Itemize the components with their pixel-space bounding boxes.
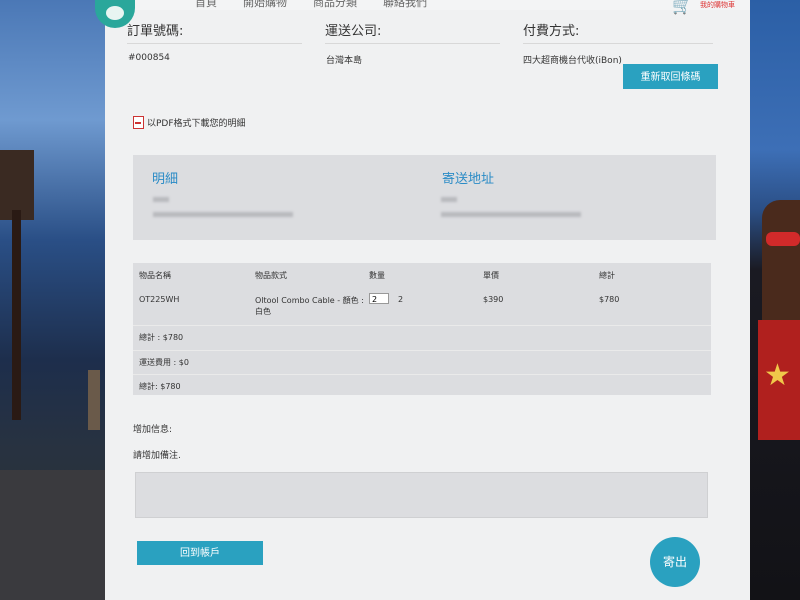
pdf-download-link[interactable]: 以PDF格式下載您的明細	[133, 116, 246, 129]
item-style: Oltool Combo Cable - 顏色 : 白色	[255, 296, 364, 316]
background-person	[762, 200, 800, 320]
summary-total-row: 總計: $780	[133, 374, 711, 397]
divider	[127, 43, 302, 44]
redacted-name	[441, 197, 457, 202]
cart-label[interactable]: 我的購物車	[700, 0, 735, 10]
payment-label: 付費方式:	[523, 24, 580, 39]
background-right-photo: ★	[750, 0, 800, 600]
redacted-address	[441, 212, 581, 217]
top-nav-bar: 首頁 開始購物 商品分類 聯絡我們	[105, 0, 750, 10]
redacted-name	[153, 197, 169, 202]
nav-item-home[interactable]: 首頁	[195, 0, 217, 10]
nav-item-contact[interactable]: 聯絡我們	[383, 0, 427, 10]
item-price: $390	[483, 295, 504, 304]
logo-mark-icon	[106, 6, 124, 20]
star-icon: ★	[764, 358, 791, 393]
nav-item-shop[interactable]: 開始購物	[243, 0, 287, 10]
address-box: 明細 寄送地址	[133, 155, 716, 240]
pdf-file-icon	[133, 116, 144, 129]
col-header-total: 總計	[599, 271, 615, 280]
pdf-download-label[interactable]: 以PDF格式下載您的明細	[147, 116, 246, 129]
order-no-value: #000854	[128, 53, 170, 63]
col-header-qty: 數量	[369, 271, 385, 280]
shipping-fee-text: 運送費用 : $0	[139, 358, 189, 367]
reissue-barcode-button[interactable]: 重新取回條碼	[623, 64, 718, 89]
background-mask	[766, 232, 800, 246]
grand-total-text: 總計: $780	[139, 382, 181, 391]
background-left-photo	[0, 0, 105, 600]
redacted-address	[153, 212, 293, 217]
quantity-input[interactable]: 2	[369, 293, 389, 304]
order-items-table: 物品名稱 物品款式 數量 單價 總計 OT225WH Oltool Combo …	[133, 263, 711, 395]
cart-icon[interactable]: 🛒	[672, 0, 692, 15]
item-name: OT225WH	[139, 295, 180, 304]
note-textarea[interactable]	[135, 472, 708, 518]
order-no-label: 訂單號碼:	[127, 24, 184, 39]
add-note-label: 請增加備注.	[133, 451, 181, 461]
divider	[523, 43, 713, 44]
shipping-value: 台灣本島	[326, 56, 363, 66]
col-header-name: 物品名稱	[139, 271, 171, 280]
submit-button[interactable]: 寄出	[650, 537, 700, 587]
subtotal-text: 總計 : $780	[139, 333, 184, 342]
col-header-style: 物品款式	[255, 271, 287, 280]
divider	[325, 43, 500, 44]
tower-pole	[12, 210, 21, 420]
summary-shipping-row: 運送費用 : $0	[133, 350, 711, 373]
order-detail-panel: 訂單號碼: #000854 運送公司: 台灣本島 付費方式: 四大超商機台代收(…	[105, 10, 750, 600]
nav-item-categories[interactable]: 商品分類	[313, 0, 357, 10]
details-title: 明細	[152, 172, 179, 187]
summary-subtotal-row: 總計 : $780	[133, 325, 711, 348]
shipping-address-title: 寄送地址	[442, 172, 495, 187]
shipping-label: 運送公司:	[325, 24, 382, 39]
col-header-price: 單價	[483, 271, 499, 280]
payment-value: 四大超商機台代收(iBon)	[523, 56, 622, 66]
graffiti-wall	[0, 470, 105, 600]
nav-menu: 首頁 開始購物 商品分類 聯絡我們	[195, 0, 427, 10]
back-to-account-button[interactable]: 回到帳戶	[137, 541, 263, 565]
item-total: $780	[599, 295, 620, 304]
add-info-label: 增加信息:	[133, 425, 173, 435]
item-qty: 2	[398, 295, 404, 304]
background-structure	[88, 370, 100, 430]
